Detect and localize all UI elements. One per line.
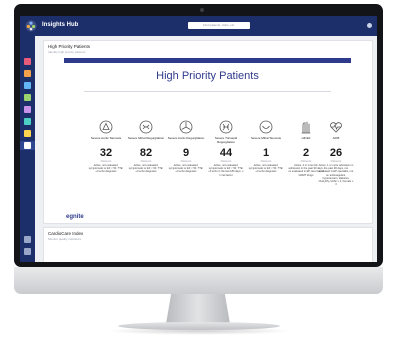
patient-count: 1 xyxy=(262,147,270,159)
panel-title: CardioCare Index xyxy=(48,231,84,236)
count-unit: Patients xyxy=(260,159,272,163)
monitor-stand xyxy=(166,294,230,324)
high-priority-panel: High Priority Patients Identify high pri… xyxy=(43,40,373,224)
valve-icon xyxy=(259,120,273,134)
valve-icon xyxy=(179,120,193,134)
count-unit: Patients xyxy=(330,159,342,163)
condition-criteria: Active, not evaluated, symptomatic or EF… xyxy=(248,164,284,174)
condition-card[interactable]: Severe Tricuspid Regurgitation 44 Patien… xyxy=(206,120,246,177)
logo-icon xyxy=(25,20,37,32)
main-content: High Priority Patients Identify high pri… xyxy=(43,40,375,262)
panel-subtitle: Identify high priority patients xyxy=(48,50,86,54)
report-frame: High Priority Patients Severe Aortic Ste… xyxy=(64,58,353,218)
report-heading: High Priority Patients xyxy=(156,70,259,82)
condition-card[interactable]: Severe Mitral Stenosis 1 Patients Active… xyxy=(246,120,286,174)
condition-card[interactable]: Severe Mitral Regurgitation 82 Patients … xyxy=(126,120,166,174)
sidebar-item-alerts[interactable] xyxy=(24,106,31,113)
condition-criteria: Active, 1 or more admission in the past … xyxy=(318,164,354,187)
sidebar xyxy=(20,36,35,262)
patient-count: 9 xyxy=(182,147,190,159)
report-header-band xyxy=(64,58,351,63)
count-unit: Patients xyxy=(220,159,232,163)
patient-count: 82 xyxy=(139,147,153,159)
sidebar-item-cohorts[interactable] xyxy=(24,94,31,101)
sidebar-item-help[interactable] xyxy=(24,248,31,255)
patient-count: 32 xyxy=(99,147,113,159)
sidebar-item-analytics[interactable] xyxy=(24,70,31,77)
condition-card[interactable]: AFIB 26 Patients Active, 1 or more admis… xyxy=(316,120,356,186)
cardiocare-panel: CardioCare Index Monitor quality indicat… xyxy=(43,227,373,262)
condition-name: Severe Mitral Regurgitation xyxy=(127,136,165,140)
patient-count: 44 xyxy=(219,147,233,159)
condition-name: Severe Aortic Regurgitation xyxy=(167,136,205,140)
condition-card[interactable]: Severe Aortic Stenosis 32 Patients Activ… xyxy=(86,120,126,174)
condition-name: AFIB xyxy=(332,136,340,140)
sidebar-item-settings[interactable] xyxy=(24,236,31,243)
brand-logo: egnite xyxy=(66,214,84,220)
condition-card[interactable]: Severe Aortic Regurgitation 9 Patients A… xyxy=(166,120,206,174)
search-input[interactable]: Find patients, visits, etc. xyxy=(188,22,250,29)
top-bar: Insights Hub Find patients, visits, etc. xyxy=(20,16,377,36)
condition-criteria: Active, not evaluated, symptomatic or EF… xyxy=(168,164,204,174)
heartbeat-icon xyxy=(330,122,342,133)
sidebar-item-patients[interactable] xyxy=(24,58,31,65)
hand-icon xyxy=(301,121,311,134)
valve-icon xyxy=(219,120,233,134)
app-title: Insights Hub xyxy=(42,22,79,28)
condition-criteria: Active, not evaluated, symptomatic or EF… xyxy=(208,164,244,177)
condition-criteria: Active, not evaluated, symptomatic or EF… xyxy=(128,164,164,174)
condition-name: Severe Tricuspid Regurgitation xyxy=(214,136,238,144)
divider xyxy=(84,91,331,92)
camera-dot xyxy=(200,8,204,12)
count-unit: Patients xyxy=(140,159,152,163)
screen: Insights Hub Find patients, visits, etc.… xyxy=(20,16,377,262)
sidebar-item-quality[interactable] xyxy=(24,118,31,125)
condition-criteria: Active, not evaluated, symptomatic or EF… xyxy=(88,164,124,174)
patient-count: 26 xyxy=(329,147,343,159)
count-unit: Patients xyxy=(100,159,112,163)
panel-subtitle: Monitor quality indicators xyxy=(48,237,82,241)
condition-name: Severe Aortic Stenosis xyxy=(90,136,122,140)
count-unit: Patients xyxy=(180,159,192,163)
user-avatar[interactable] xyxy=(367,23,372,28)
sidebar-item-dashboard[interactable] xyxy=(24,142,31,149)
panel-title: High Priority Patients xyxy=(48,44,91,49)
valve-icon xyxy=(99,120,113,134)
sidebar-item-reports[interactable] xyxy=(24,82,31,89)
valve-icon xyxy=(139,120,153,134)
monitor-foot xyxy=(118,322,280,330)
condition-name: Severe Mitral Stenosis xyxy=(250,136,281,140)
monitor-chin xyxy=(14,267,383,294)
sidebar-item-tasks[interactable] xyxy=(24,130,31,137)
